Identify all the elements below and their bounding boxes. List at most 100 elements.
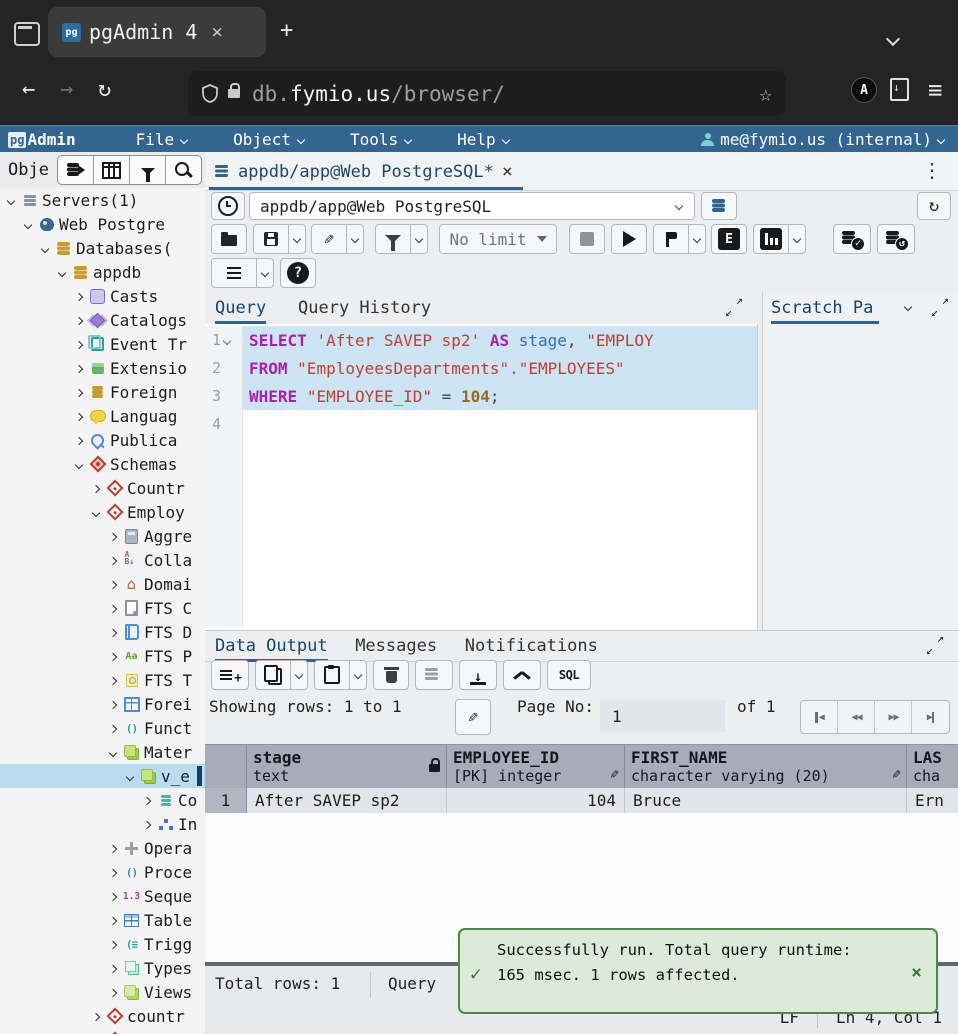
tree-item-publica[interactable]: Publica: [0, 428, 205, 452]
tree-item-databases-[interactable]: Databases(: [0, 236, 205, 260]
paste-options-caret[interactable]: [350, 660, 367, 690]
save-button[interactable]: [253, 224, 289, 254]
menu-object[interactable]: Object: [233, 130, 304, 149]
expand-chevron-icon[interactable]: [76, 311, 82, 330]
prev-page-button[interactable]: ◀◀: [838, 701, 875, 733]
grid-cell[interactable]: 104: [447, 788, 625, 813]
view-data-button[interactable]: [94, 156, 130, 184]
tab-query[interactable]: Query: [215, 294, 266, 324]
expand-chevron-icon[interactable]: [76, 383, 82, 402]
expand-chevron-icon[interactable]: [110, 695, 116, 714]
menu-file[interactable]: File: [136, 130, 188, 149]
tree-item-co[interactable]: Co: [0, 788, 205, 812]
tree-item-trigg[interactable]: (≡Trigg: [0, 932, 205, 956]
tree-item-v-e[interactable]: v_e: [0, 764, 205, 788]
user-menu[interactable]: me@fymio.us (internal): [701, 130, 944, 149]
tab-messages[interactable]: Messages: [355, 632, 437, 659]
query-tool-tab[interactable]: appdb/app@Web PostgreSQL* ×: [209, 156, 523, 190]
folder-open-button[interactable]: [211, 224, 247, 254]
scratch-pad-tab[interactable]: Scratch Pa: [771, 294, 879, 324]
collapse-chevron-icon[interactable]: [59, 263, 65, 282]
tab-overview-icon[interactable]: [14, 22, 40, 46]
tree-item-opera[interactable]: Opera: [0, 836, 205, 860]
page-number-input[interactable]: [600, 700, 725, 732]
tree-item-seque[interactable]: 1.3Seque: [0, 884, 205, 908]
collapse-chevron-icon[interactable]: [76, 455, 82, 474]
tree-item-web-postgre[interactable]: Web Postgre: [0, 212, 205, 236]
expand-chevron-icon[interactable]: [110, 671, 116, 690]
browser-menu-icon[interactable]: ≡: [928, 76, 942, 104]
explain-analyze-options-caret[interactable]: [789, 224, 806, 254]
grid-cell[interactable]: Ern: [907, 788, 958, 813]
bookmark-star-icon[interactable]: ☆: [759, 82, 772, 106]
tab-notifications[interactable]: Notifications: [465, 632, 598, 659]
save-file-button[interactable]: [459, 660, 497, 690]
delete-button[interactable]: [373, 660, 409, 690]
expand-chevron-icon[interactable]: [110, 911, 116, 930]
help-button[interactable]: ?: [280, 258, 316, 288]
tree-item-appdb[interactable]: appdb: [0, 260, 205, 284]
tree-item-foreign[interactable]: Foreign: [0, 380, 205, 404]
expand-chevron-icon[interactable]: [110, 623, 116, 642]
expand-chevron-icon[interactable]: [76, 359, 82, 378]
tab-data-output[interactable]: Data Output: [215, 632, 328, 662]
edit-page-button[interactable]: [455, 699, 491, 735]
query-tool-button[interactable]: [58, 156, 94, 184]
next-page-button[interactable]: ▶▶: [875, 701, 912, 733]
chevron-down-icon[interactable]: [904, 303, 912, 311]
tab-close-icon[interactable]: ×: [211, 21, 222, 43]
save-data-button[interactable]: [415, 660, 453, 690]
tree-item-servers-1-[interactable]: Servers(1): [0, 188, 205, 212]
sql-editor[interactable]: 1234 SELECT 'After SAVEP sp2' AS stage, …: [205, 324, 758, 630]
code-line-3[interactable]: WHERE "EMPLOYEE_ID" = 104;: [243, 382, 757, 410]
new-tab-button[interactable]: +: [280, 18, 293, 43]
expand-chevron-icon[interactable]: [110, 839, 116, 858]
collapse-chevron-icon[interactable]: [110, 743, 116, 762]
tree-item-aggre[interactable]: Aggre: [0, 524, 205, 548]
new-connection-button[interactable]: [701, 192, 737, 220]
tree-item-forei[interactable]: Forei: [0, 692, 205, 716]
filtered-rows-button[interactable]: [130, 156, 166, 184]
grid-corner-cell[interactable]: [205, 745, 247, 789]
tree-item-mater[interactable]: Mater: [0, 740, 205, 764]
collapse-chevron-icon[interactable]: [25, 215, 31, 234]
tree-item-colla[interactable]: Colla: [0, 548, 205, 572]
shield-icon[interactable]: [202, 84, 218, 103]
collapse-chevron-icon[interactable]: [93, 503, 99, 522]
tree-item-languag[interactable]: Languag: [0, 404, 205, 428]
expand-chevron-icon[interactable]: [110, 887, 116, 906]
tree-item-casts[interactable]: Casts: [0, 284, 205, 308]
tree-item-extensio[interactable]: Extensio: [0, 356, 205, 380]
expand-chevron-icon[interactable]: [93, 1031, 99, 1034]
tree-item-types[interactable]: Types: [0, 956, 205, 980]
expand-chevron-icon[interactable]: [110, 983, 116, 1002]
expand-icon[interactable]: [725, 298, 743, 316]
tree-item-table[interactable]: Table: [0, 908, 205, 932]
expand-chevron-icon[interactable]: [110, 959, 116, 978]
tree-item-proce[interactable]: ()Proce: [0, 860, 205, 884]
column-header-las[interactable]: LAScha: [907, 745, 958, 789]
tab-query-history[interactable]: Query History: [298, 294, 431, 321]
expand-icon[interactable]: [931, 298, 949, 316]
filter-options-caret[interactable]: [411, 224, 428, 254]
add-row-button[interactable]: [211, 660, 249, 690]
search-button[interactable]: [166, 156, 201, 184]
commit-button[interactable]: [833, 224, 871, 254]
forward-button[interactable]: →: [60, 77, 73, 102]
expand-chevron-icon[interactable]: [93, 1007, 99, 1026]
tree-item-in[interactable]: In: [0, 812, 205, 836]
pencil-button[interactable]: [311, 224, 347, 254]
tree-item[interactable]: [0, 1028, 205, 1034]
save-options-caret[interactable]: [289, 224, 306, 254]
expand-icon[interactable]: [926, 636, 944, 654]
menu-help[interactable]: Help: [457, 130, 509, 149]
column-header-first_name[interactable]: FIRST_NAMEcharacter varying (20)✎: [625, 745, 907, 789]
last-page-button[interactable]: ▶: [912, 701, 949, 733]
collapse-chevron-icon[interactable]: [8, 191, 14, 210]
expand-chevron-icon[interactable]: [110, 527, 116, 546]
macro-list-options-caret[interactable]: [257, 258, 274, 288]
copy-options-caret[interactable]: [291, 660, 308, 690]
downloads-icon[interactable]: [890, 78, 909, 101]
tree-item-fts-t[interactable]: FTS T: [0, 668, 205, 692]
grid-cell[interactable]: Bruce: [625, 788, 907, 813]
